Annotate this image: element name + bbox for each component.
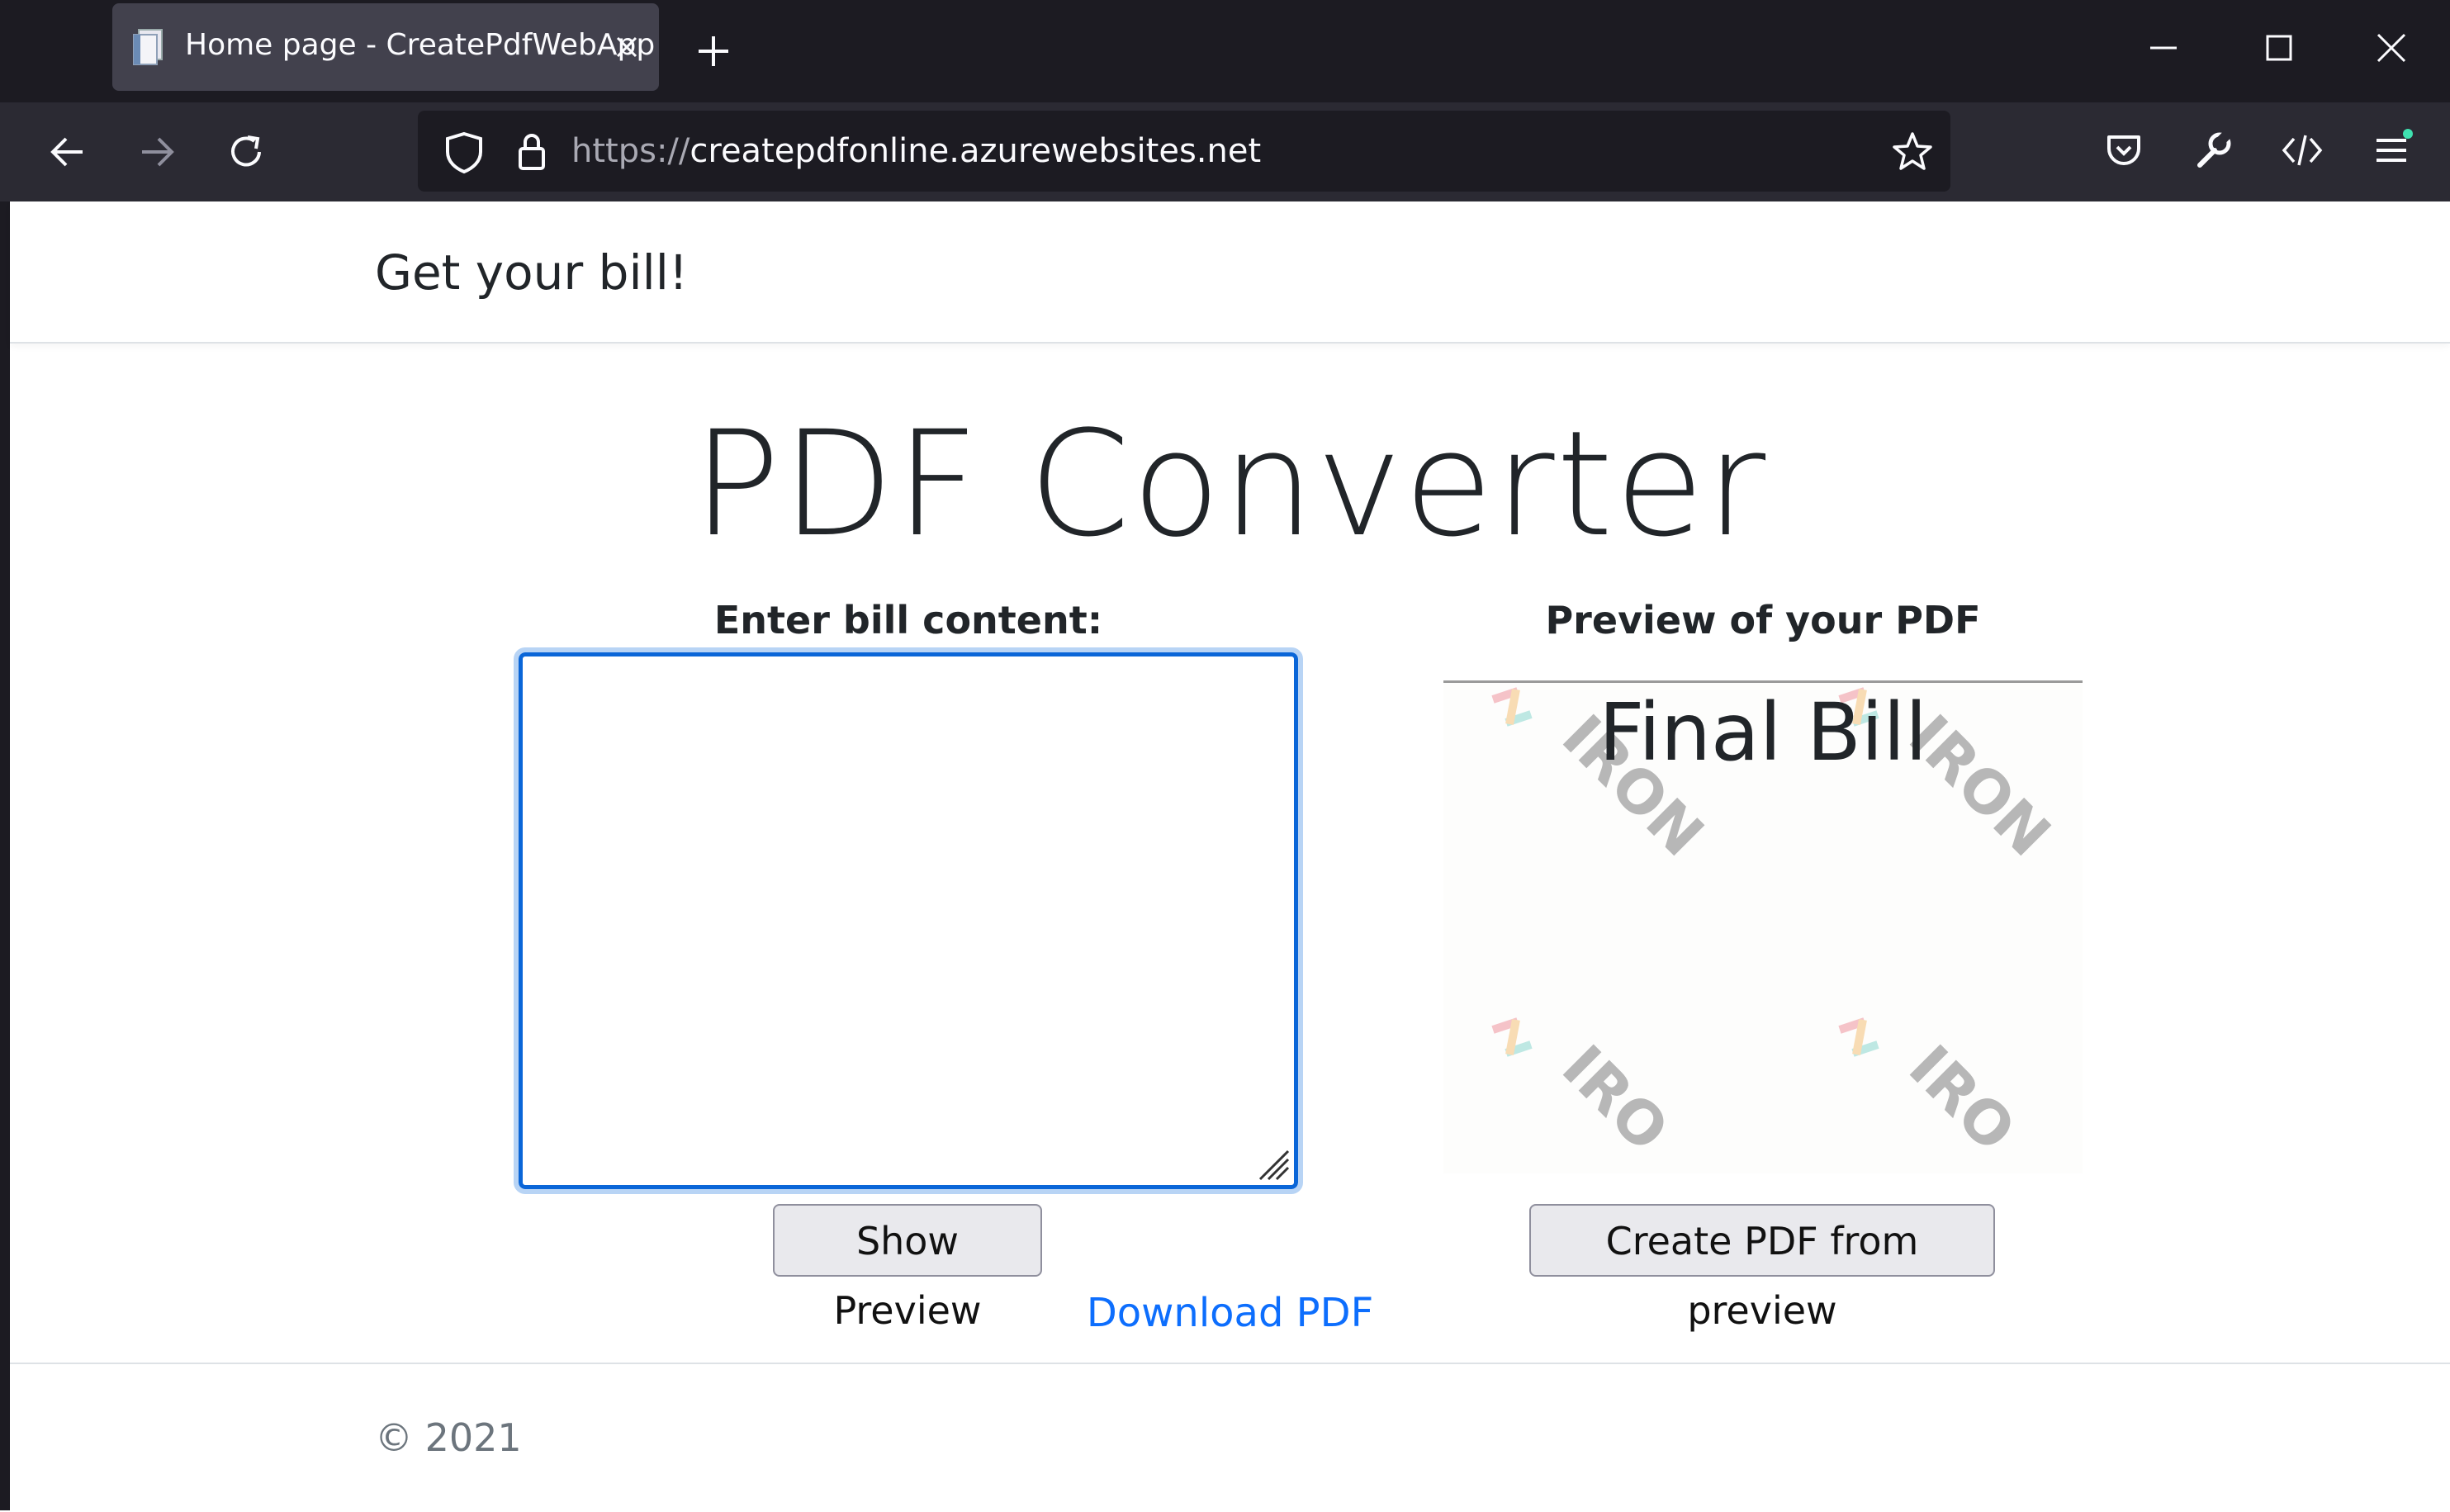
- pocket-icon[interactable]: [2099, 126, 2149, 175]
- url-scheme: https://: [571, 132, 690, 170]
- tab-title: Home page - CreatePdfWebApp: [185, 28, 656, 62]
- web-page: Get your bill! PDF Converter Enter bill …: [10, 201, 2450, 1510]
- wrench-icon[interactable]: [2188, 126, 2238, 175]
- navigation-toolbar: https://createpdfonline.azurewebsites.ne…: [0, 102, 2450, 201]
- lock-icon[interactable]: [507, 127, 557, 177]
- page-title: PDF Converter: [692, 400, 1768, 569]
- url-text[interactable]: https://createpdfonline.azurewebsites.ne…: [571, 132, 1261, 170]
- tab-strip: Home page - CreatePdfWebApp: [0, 0, 2450, 102]
- address-bar[interactable]: https://createpdfonline.azurewebsites.ne…: [418, 111, 1950, 192]
- window-edge: [0, 0, 10, 1510]
- svg-text:IRO: IRO: [1549, 1032, 1682, 1165]
- site-footer: © 2021: [10, 1363, 2450, 1512]
- bill-content-textarea[interactable]: [514, 647, 1303, 1194]
- reload-icon[interactable]: [221, 127, 271, 177]
- arrow-right-icon[interactable]: [132, 127, 182, 177]
- brand-link[interactable]: Get your bill!: [375, 244, 688, 301]
- hamburger-menu-icon[interactable]: [2367, 126, 2416, 175]
- svg-text:IRO: IRO: [1896, 1032, 2029, 1165]
- new-tab-icon[interactable]: [690, 28, 737, 74]
- preview-label: Preview of your PDF: [1545, 598, 1981, 642]
- star-icon[interactable]: [1888, 127, 1937, 177]
- preview-heading: Final Bill: [1599, 686, 1927, 779]
- pdf-preview: IRON IRON IRO IRO Final Bill: [1443, 680, 2083, 1173]
- resize-handle-icon[interactable]: [1255, 1146, 1291, 1183]
- maximize-icon[interactable]: [2246, 17, 2312, 79]
- create-pdf-button[interactable]: Create PDF from preview: [1529, 1204, 1995, 1333]
- iron-watermark-icon: IRO: [1838, 1017, 2029, 1165]
- code-icon[interactable]: [2277, 126, 2327, 175]
- minimize-icon[interactable]: [2130, 17, 2196, 79]
- iron-watermark-icon: IRO: [1491, 1017, 1682, 1165]
- document-favicon-icon: [133, 29, 163, 65]
- download-pdf-link[interactable]: Download PDF: [10, 1290, 2450, 1336]
- tab-home-page[interactable]: Home page - CreatePdfWebApp: [112, 3, 659, 91]
- url-host: createpdfonline.azurewebsites.net: [690, 132, 1262, 170]
- copyright-text: © 2021: [375, 1415, 522, 1460]
- show-preview-button[interactable]: Show Preview: [773, 1204, 1042, 1333]
- site-header: Get your bill!: [10, 201, 2450, 344]
- close-tab-icon[interactable]: [608, 28, 646, 66]
- bill-content-label: Enter bill content:: [713, 598, 1103, 642]
- arrow-left-icon[interactable]: [43, 127, 92, 177]
- close-window-icon[interactable]: [2358, 17, 2424, 79]
- shield-icon[interactable]: [439, 127, 489, 177]
